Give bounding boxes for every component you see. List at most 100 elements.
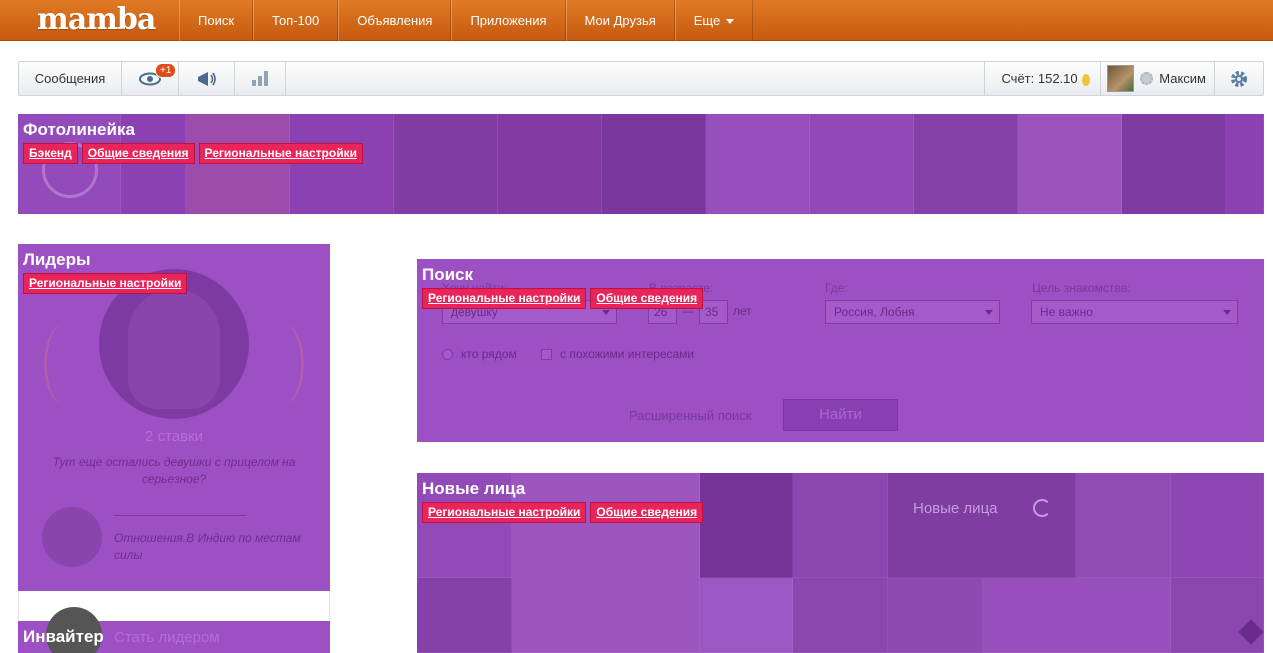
user-profile[interactable]: Максим bbox=[1100, 62, 1214, 95]
leader-photo[interactable] bbox=[128, 289, 220, 409]
photo-tile[interactable] bbox=[186, 114, 290, 214]
checkbox[interactable] bbox=[442, 348, 453, 360]
tag-general-info[interactable]: Общие сведения bbox=[81, 143, 195, 164]
nav-top100[interactable]: Топ-100 bbox=[253, 0, 339, 41]
avatar[interactable] bbox=[1107, 65, 1135, 92]
photo-tile[interactable] bbox=[290, 114, 394, 214]
photo-tile[interactable] bbox=[602, 114, 706, 214]
tag-regional-settings[interactable]: Региональные настройки bbox=[422, 288, 587, 309]
photo-tile[interactable] bbox=[1018, 114, 1122, 214]
advanced-search-link[interactable]: Расширенный поиск bbox=[629, 408, 751, 423]
face-tile[interactable] bbox=[700, 473, 793, 578]
announcements-button[interactable] bbox=[179, 62, 235, 95]
mamba-logo[interactable]: mamba bbox=[37, 4, 156, 36]
leader-stakes[interactable]: 2 ставки bbox=[18, 428, 330, 445]
nav-search[interactable]: Поиск bbox=[179, 0, 254, 41]
photo-tile[interactable] bbox=[914, 114, 1018, 214]
chevron-down-icon bbox=[602, 310, 610, 315]
leaders-title: Лидеры bbox=[23, 250, 91, 269]
top-navbar: mamba Поиск Топ-100 Объявления Приложени… bbox=[0, 0, 1273, 41]
stats-button[interactable] bbox=[235, 62, 286, 95]
become-leader-link[interactable]: Стать лидером bbox=[114, 629, 220, 646]
coin-icon bbox=[1082, 73, 1091, 86]
checkbox[interactable] bbox=[541, 348, 552, 360]
views-button[interactable]: +1 bbox=[122, 62, 179, 95]
chevron-down-icon bbox=[1223, 310, 1231, 315]
nav-more-label: Еще bbox=[693, 13, 721, 28]
settings-button[interactable] bbox=[1214, 62, 1263, 95]
new-faces-inner-label: Новые лица bbox=[913, 500, 998, 517]
user-toolbar: Сообщения +1 Счёт: 152.10 Максим bbox=[18, 61, 1264, 96]
inviter-block: Инвайтер Стать лидером bbox=[18, 607, 330, 653]
messages-button[interactable]: Сообщения bbox=[19, 62, 122, 95]
face-tile[interactable] bbox=[1171, 473, 1264, 578]
vip-icon bbox=[1140, 72, 1154, 85]
toolbar-right: Счёт: 152.10 Максим bbox=[984, 62, 1263, 95]
inviter-title: Инвайтер bbox=[23, 627, 104, 646]
account-score[interactable]: Счёт: 152.10 bbox=[984, 62, 1100, 95]
goal-label: Цель знакомства: bbox=[1032, 281, 1131, 295]
tag-backend[interactable]: Бэкенд bbox=[23, 143, 78, 164]
nav-my-friends[interactable]: Мои Друзья bbox=[565, 0, 675, 41]
photo-tile[interactable] bbox=[498, 114, 602, 214]
user-name: Максим bbox=[1159, 71, 1206, 86]
where-value: Россия, Лобня bbox=[834, 305, 915, 319]
photo-tile[interactable] bbox=[1122, 114, 1226, 214]
tag-regional-settings[interactable]: Региональные настройки bbox=[198, 143, 363, 164]
search-tags: Региональные настройки Общие сведения bbox=[422, 288, 704, 309]
where-select[interactable]: Россия, Лобня bbox=[825, 300, 1000, 324]
nav-ads[interactable]: Объявления bbox=[338, 0, 452, 41]
tag-regional-settings[interactable]: Региональные настройки bbox=[23, 273, 188, 294]
age-unit: лет bbox=[733, 304, 752, 318]
interests-label: с похожими интересами bbox=[560, 347, 695, 361]
new-faces-tags: Региональные настройки Общие сведения bbox=[422, 502, 704, 523]
leader-note: Отношения.В Индию по местам силы bbox=[114, 531, 301, 562]
chevron-down-icon bbox=[726, 19, 735, 25]
new-faces-title: Новые лица bbox=[422, 479, 526, 498]
main-nav: Поиск Топ-100 Объявления Приложения Мои … bbox=[179, 0, 754, 41]
face-tile[interactable] bbox=[888, 473, 1076, 578]
bar-chart-icon bbox=[252, 71, 268, 86]
face-tile[interactable] bbox=[793, 578, 888, 653]
photoline-block: Фотолинейка Бэкенд Общие сведения Регион… bbox=[18, 114, 1264, 214]
leader-small-avatar[interactable] bbox=[42, 507, 102, 567]
photo-tile[interactable] bbox=[810, 114, 914, 214]
face-tile[interactable] bbox=[888, 578, 983, 653]
leader-prompt: Тут еще остались девушки с прицелом на с… bbox=[52, 455, 296, 486]
tag-regional-settings[interactable]: Региональные настройки bbox=[422, 502, 587, 523]
face-tile[interactable] bbox=[512, 473, 700, 653]
face-tile[interactable] bbox=[417, 578, 512, 653]
new-faces-block: Новые лица Новые лица Региональные настр… bbox=[417, 473, 1264, 653]
megaphone-icon bbox=[197, 72, 216, 86]
photo-tile[interactable] bbox=[394, 114, 498, 214]
where-label: Где: bbox=[825, 281, 848, 295]
refresh-icon[interactable] bbox=[1033, 499, 1051, 517]
nav-apps[interactable]: Приложения bbox=[451, 0, 566, 41]
leaders-tags: Региональные настройки bbox=[23, 273, 188, 294]
laurel-left-icon bbox=[44, 324, 84, 404]
face-tile[interactable] bbox=[983, 578, 1171, 653]
age-to-input[interactable]: 35 bbox=[699, 300, 728, 324]
photo-tile[interactable] bbox=[1226, 114, 1264, 214]
nearby-checkbox[interactable]: кто рядом bbox=[442, 347, 517, 361]
interests-checkbox[interactable]: с похожими интересами bbox=[541, 347, 694, 361]
search-title: Поиск bbox=[422, 265, 474, 284]
face-tile[interactable] bbox=[700, 578, 793, 653]
face-tile[interactable] bbox=[1076, 473, 1171, 578]
leaders-block: 2 ставки Тут еще остались девушки с приц… bbox=[18, 244, 330, 591]
find-button[interactable]: Найти bbox=[783, 399, 898, 431]
gear-icon bbox=[1231, 70, 1247, 87]
views-badge: +1 bbox=[155, 63, 177, 78]
nav-more[interactable]: Еще bbox=[674, 0, 754, 41]
tag-general-info[interactable]: Общие сведения bbox=[590, 288, 704, 309]
photo-tile[interactable] bbox=[706, 114, 810, 214]
goal-value: Не важно bbox=[1040, 305, 1093, 319]
photoline-title: Фотолинейка bbox=[23, 120, 135, 139]
tag-general-info[interactable]: Общие сведения bbox=[590, 502, 704, 523]
search-block: Хочу найти: девушку В возрасте: 26 — 35 … bbox=[417, 259, 1264, 442]
face-tile[interactable] bbox=[793, 473, 888, 578]
photoline-tags: Бэкенд Общие сведения Региональные настр… bbox=[23, 143, 363, 164]
chevron-down-icon bbox=[985, 310, 993, 315]
laurel-right-icon bbox=[264, 324, 304, 404]
goal-select[interactable]: Не важно bbox=[1031, 300, 1238, 324]
